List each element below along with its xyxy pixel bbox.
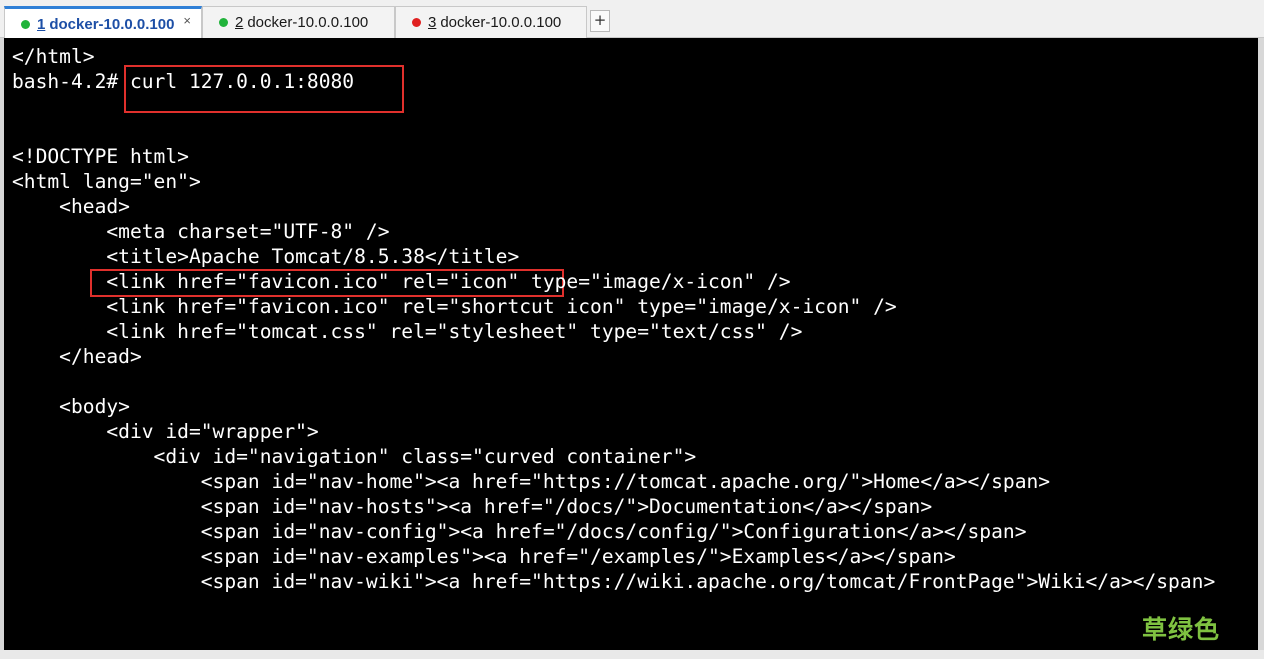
terminal-line: <span id="nav-config"><a href="/docs/con… bbox=[12, 520, 1027, 543]
close-tab-icon[interactable]: × bbox=[183, 13, 191, 28]
tab-number: 2 bbox=[235, 14, 244, 31]
tab-session-1[interactable]: 1 docker-10.0.0.100 × bbox=[4, 6, 202, 39]
tab-number: 1 bbox=[37, 15, 46, 33]
watermark: 草绿色 bbox=[1142, 615, 1221, 644]
terminal-line: <div id="wrapper"> bbox=[12, 420, 319, 443]
tab-bar: 1 docker-10.0.0.100 × 2 docker-10.0.0.10… bbox=[0, 0, 1264, 39]
terminal-line: <span id="nav-wiki"><a href="https://wik… bbox=[12, 570, 1216, 593]
connected-status-icon bbox=[219, 18, 228, 27]
tab-label: docker-10.0.0.100 bbox=[49, 15, 175, 33]
tab-number: 3 bbox=[428, 14, 437, 31]
terminal-line: <title>Apache Tomcat/8.5.38</title> bbox=[12, 245, 520, 268]
terminal-line: <link href="favicon.ico" rel="icon" type… bbox=[12, 270, 791, 293]
terminal-line: <head> bbox=[12, 195, 130, 218]
terminal-line: <meta charset="UTF-8" /> bbox=[12, 220, 390, 243]
terminal-line: <html lang="en"> bbox=[12, 170, 201, 193]
connected-status-icon bbox=[21, 19, 30, 29]
terminal-line: <span id="nav-examples"><a href="/exampl… bbox=[12, 545, 956, 568]
terminal-line: <!DOCTYPE html> bbox=[12, 145, 189, 168]
terminal-line: <span id="nav-home"><a href="https://tom… bbox=[12, 470, 1051, 493]
new-tab-button[interactable]: + bbox=[590, 10, 610, 32]
terminal-line: <link href="favicon.ico" rel="shortcut i… bbox=[12, 295, 897, 318]
tab-session-3[interactable]: 3 docker-10.0.0.100 bbox=[395, 6, 587, 38]
terminal-line: <body> bbox=[12, 395, 130, 418]
terminal-line: bash-4.2# curl 127.0.0.1:8080 bbox=[12, 70, 355, 93]
tab-label: docker-10.0.0.100 bbox=[440, 14, 562, 31]
terminal-output[interactable]: </html> bash-4.2# curl 127.0.0.1:8080 <!DO… bbox=[0, 38, 1264, 650]
tab-label: docker-10.0.0.100 bbox=[247, 14, 369, 31]
tab-session-2[interactable]: 2 docker-10.0.0.100 bbox=[202, 6, 395, 38]
terminal-line: </head> bbox=[12, 345, 142, 368]
status-strip bbox=[0, 650, 1264, 659]
terminal-line: </html> bbox=[12, 45, 95, 68]
terminal-line: <link href="tomcat.css" rel="stylesheet"… bbox=[12, 320, 803, 343]
disconnected-status-icon bbox=[412, 18, 421, 27]
terminal-line: <div id="navigation" class="curved conta… bbox=[12, 445, 697, 468]
terminal-line: <span id="nav-hosts"><a href="/docs/">Do… bbox=[12, 495, 933, 518]
